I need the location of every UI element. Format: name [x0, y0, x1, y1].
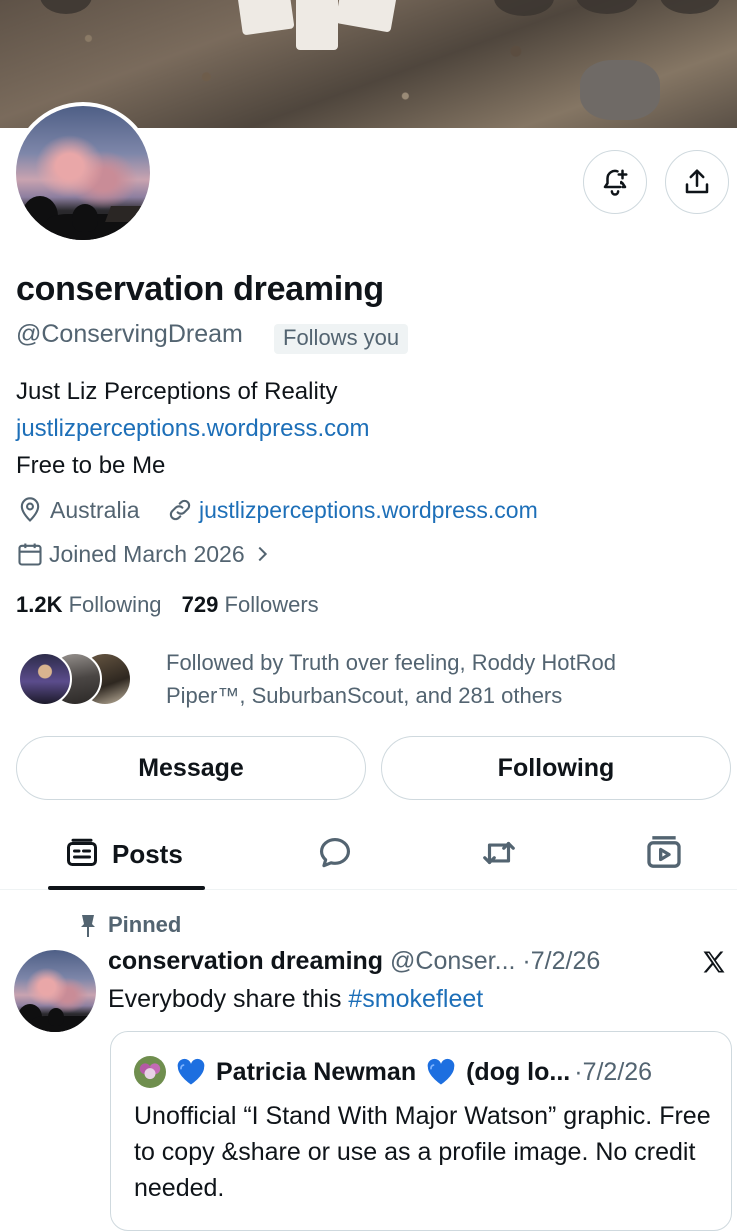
followers-stat[interactable]: 729 Followers: [182, 592, 319, 617]
followers-label: Followers: [224, 592, 319, 617]
banner-rock: [335, 0, 397, 33]
tab-replies[interactable]: [316, 834, 354, 877]
following-stat[interactable]: 1.2K Following: [16, 592, 162, 617]
follow-stats: 1.2K Following 729 Followers: [16, 592, 319, 618]
post-header: conservation dreaming @Conser... ·7/2/26: [108, 947, 600, 976]
profile-location: Australia: [16, 496, 139, 524]
message-button[interactable]: Message: [16, 736, 366, 800]
banner-rock: [296, 0, 338, 50]
post-date[interactable]: 7/2/26: [531, 947, 601, 975]
active-tab-indicator: [48, 886, 205, 890]
followers-count: 729: [181, 592, 219, 617]
followed-by-avatars[interactable]: [18, 652, 158, 710]
following-count: 1.2K: [16, 592, 63, 617]
post-text: Everybody share this #smokefleet: [108, 985, 483, 1014]
posts-icon: [67, 838, 97, 866]
follows-you-badge: Follows you: [274, 324, 409, 354]
banner-detail: [576, 0, 638, 14]
tab-media[interactable]: [644, 832, 684, 877]
profile-joined[interactable]: Joined March 2026: [16, 540, 273, 568]
followed-by-text[interactable]: Followed by Truth over feeling, Roddy Ho…: [166, 646, 686, 712]
post-avatar-image: [14, 950, 96, 1032]
pinned-label: Pinned: [108, 912, 182, 937]
profile-website[interactable]: justlizperceptions.wordpress.com: [166, 496, 538, 524]
banner-detail: [660, 0, 720, 14]
quoted-author-name[interactable]: Patricia Newman: [216, 1058, 416, 1087]
tab-posts[interactable]: Posts: [64, 836, 183, 872]
notifications-button[interactable]: [583, 150, 647, 214]
bio-line: Just Liz Perceptions of Reality: [16, 378, 338, 405]
blue-heart-icon: [177, 1058, 205, 1085]
share-icon: [685, 169, 709, 194]
quoted-date[interactable]: 7/2/26: [583, 1058, 653, 1087]
location-text: Australia: [50, 496, 140, 523]
quoted-author-avatar[interactable]: [134, 1056, 166, 1088]
banner-rock: [237, 0, 295, 36]
quoted-author-suffix[interactable]: (dog lo...: [466, 1058, 570, 1087]
quoted-post-text: Unofficial “I Stand With Major Watson” g…: [134, 1102, 711, 1202]
avatar-image: [16, 106, 150, 240]
follower-avatar: [18, 652, 72, 706]
profile-avatar[interactable]: [12, 102, 154, 244]
banner-detail: [40, 0, 92, 14]
banner-stone: [580, 60, 660, 120]
chevron-right-icon: [258, 546, 267, 562]
quoted-post-header: Patricia Newman (dog lo... · 7/2/26: [134, 1056, 652, 1088]
quoted-separator: ·: [574, 1057, 583, 1086]
calendar-icon: [18, 543, 42, 566]
location-pin-icon: [20, 497, 40, 522]
blue-heart-icon: [427, 1058, 455, 1085]
banner-detail: [494, 0, 554, 16]
profile-display-name: conservation dreaming: [16, 270, 384, 308]
media-icon: [647, 836, 681, 868]
reposts-icon: [483, 841, 515, 865]
x-logo-icon[interactable]: [700, 948, 728, 976]
replies-icon: [319, 837, 351, 868]
website-link[interactable]: justlizperceptions.wordpress.com: [199, 497, 538, 524]
bio-line: Free to be Me: [16, 452, 166, 479]
tab-posts-label: Posts: [112, 838, 183, 869]
post-author-avatar[interactable]: [14, 950, 96, 1032]
post-separator: ·: [522, 947, 531, 975]
following-button[interactable]: Following: [381, 736, 731, 800]
post-author-handle[interactable]: @Conser...: [390, 947, 515, 975]
joined-text: Joined March 2026: [49, 540, 245, 567]
link-icon: [169, 499, 191, 521]
tab-reposts[interactable]: [480, 834, 518, 877]
bio-link[interactable]: justlizperceptions.wordpress.com: [16, 415, 369, 443]
post-hashtag[interactable]: #smokefleet: [348, 985, 483, 1013]
post-author-name[interactable]: conservation dreaming: [108, 947, 383, 975]
notification-bell-plus-icon: [603, 169, 628, 196]
profile-handle: @ConservingDream: [16, 320, 243, 348]
post-text-body: Everybody share this: [108, 985, 349, 1013]
following-label: Following: [68, 592, 162, 617]
share-profile-button[interactable]: [665, 150, 729, 214]
pin-icon: [81, 915, 95, 937]
